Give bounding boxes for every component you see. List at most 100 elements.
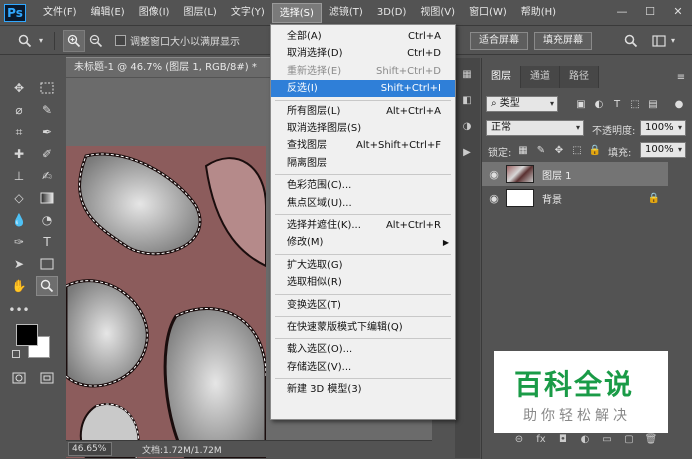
history-brush-tool-icon[interactable]: ✍ [36, 166, 58, 186]
lock-image-icon[interactable]: ✎ [534, 143, 548, 157]
group-icon[interactable]: ▭ [600, 434, 614, 445]
fill-field[interactable]: 100% ▾ [640, 142, 686, 158]
rectangle-tool-icon[interactable] [36, 254, 58, 274]
select-menu-item-16[interactable]: 扩大选取(G) [271, 257, 455, 274]
select-menu-item-19[interactable]: 变换选区(T) [271, 297, 455, 314]
minimize-button[interactable]: — [608, 0, 636, 22]
adjustment-icon[interactable]: ◐ [578, 434, 592, 445]
eyedropper-tool-icon[interactable]: ✒ [36, 122, 58, 142]
search-icon[interactable] [620, 30, 642, 52]
link-icon[interactable]: ⊝ [512, 434, 526, 445]
filter-adjustment-icon[interactable]: ◐ [592, 97, 606, 111]
tab-2[interactable]: 路径 [560, 66, 599, 88]
opacity-field[interactable]: 100% ▾ [640, 120, 686, 136]
default-colors-icon[interactable] [12, 350, 20, 358]
select-menu-item-8[interactable]: 隔离图层 [271, 155, 455, 172]
properties-panel-icon[interactable]: ◧ [459, 92, 475, 108]
filter-type-icon[interactable]: T [610, 97, 624, 111]
stamp-tool-icon[interactable]: ⊥ [8, 166, 30, 186]
mask-icon[interactable]: ◘ [556, 434, 570, 445]
lasso-tool-icon[interactable]: ⌀ [8, 100, 30, 120]
actions-panel-icon[interactable]: ▶ [459, 144, 475, 160]
healing-brush-tool-icon[interactable]: ✚ [8, 144, 30, 164]
select-menu-item-0[interactable]: 全部(A) Ctrl+A [271, 28, 455, 45]
select-menu-item-23[interactable]: 载入选区(O)... [271, 341, 455, 358]
tab-0[interactable]: 图层 [482, 66, 521, 88]
layer-row-layer1[interactable]: ◉ 图层 1 [482, 162, 668, 186]
tool-preset-chevron-icon[interactable]: ▾ [36, 30, 46, 52]
adjustments-panel-icon[interactable]: ◑ [459, 118, 475, 134]
fill-screen-button[interactable]: 填充屏幕 [534, 31, 592, 50]
zoom-out-icon[interactable] [85, 30, 107, 52]
quick-mask-icon[interactable] [8, 368, 30, 388]
select-menu-item-5[interactable]: 所有图层(L) Alt+Ctrl+A [271, 103, 455, 120]
panel-menu-icon[interactable]: ≡ [674, 70, 688, 84]
filter-shape-icon[interactable]: ⬚ [628, 97, 642, 111]
lock-artboard-icon[interactable]: ⬚ [570, 143, 584, 157]
select-menu-item-26[interactable]: 新建 3D 模型(3) [271, 381, 455, 398]
menu-item-7[interactable]: 3D(D) [370, 3, 414, 23]
document-tab[interactable]: 未标题-1 @ 46.7% (图层 1, RGB/8#) * [66, 57, 276, 77]
select-menu-item-21[interactable]: 在快速蒙版模式下编辑(Q) [271, 319, 455, 336]
filter-pixel-icon[interactable]: ▣ [574, 97, 588, 111]
history-panel-icon[interactable]: ▦ [459, 66, 475, 82]
move-tool-icon[interactable]: ✥ [8, 78, 30, 98]
fit-screen-button[interactable]: 适合屏幕 [470, 31, 528, 50]
layer-row-background[interactable]: ◉ 背景 🔒 [482, 186, 668, 210]
marquee-tool-icon[interactable] [36, 78, 58, 98]
visibility-eye-icon[interactable]: ◉ [482, 168, 506, 181]
menu-item-4[interactable]: 文字(Y) [224, 3, 272, 23]
zoom-tool-icon[interactable] [36, 276, 58, 296]
pen-tool-icon[interactable]: ✑ [8, 232, 30, 252]
filter-toggle-icon[interactable]: ● [672, 97, 686, 111]
menu-item-2[interactable]: 图像(I) [132, 3, 177, 23]
filter-smart-object-icon[interactable]: ▤ [646, 97, 660, 111]
hand-tool-icon[interactable]: ✋ [8, 276, 30, 296]
blend-mode-select[interactable]: 正常 ▾ [486, 120, 584, 136]
trash-icon[interactable]: 🗑 [644, 434, 658, 445]
workspace-chevron-icon[interactable]: ▾ [668, 30, 678, 52]
crop-tool-icon[interactable]: ⌗ [8, 122, 30, 142]
zoom-level-field[interactable]: 46.65% [68, 442, 112, 456]
select-menu-item-13[interactable]: 选择并遮住(K)... Alt+Ctrl+R [271, 217, 455, 234]
dodge-tool-icon[interactable]: ◔ [36, 210, 58, 230]
workspace-icon[interactable] [648, 30, 670, 52]
zoom-in-icon[interactable] [63, 29, 85, 52]
eraser-tool-icon[interactable]: ◇ [8, 188, 30, 208]
type-tool-icon[interactable]: T [36, 232, 58, 252]
close-button[interactable]: ✕ [664, 0, 692, 22]
screen-mode-icon[interactable] [36, 368, 58, 388]
path-select-tool-icon[interactable]: ➤ [8, 254, 30, 274]
select-menu-item-7[interactable]: 查找图层 Alt+Shift+Ctrl+F [271, 137, 455, 154]
select-menu-item-11[interactable]: 焦点区域(U)... [271, 195, 455, 212]
color-swatches[interactable] [12, 322, 54, 362]
select-menu-item-10[interactable]: 色彩范围(C)... [271, 177, 455, 194]
menu-item-1[interactable]: 编辑(E) [84, 3, 132, 23]
gradient-tool-icon[interactable] [36, 188, 58, 208]
menu-item-8[interactable]: 视图(V) [413, 3, 462, 23]
fx-icon[interactable]: fx [534, 434, 548, 445]
maximize-button[interactable]: ☐ [636, 0, 664, 22]
lock-position-icon[interactable]: ✥ [552, 143, 566, 157]
select-menu-item-24[interactable]: 存储选区(V)... [271, 359, 455, 376]
menu-item-6[interactable]: 滤镜(T) [322, 3, 370, 23]
brush-tool-icon[interactable]: ✐ [36, 144, 58, 164]
select-menu-item-6[interactable]: 取消选择图层(S) [271, 120, 455, 137]
menu-item-0[interactable]: 文件(F) [36, 3, 84, 23]
filter-kind-select[interactable]: ⌕ 类型 ▾ [486, 96, 558, 112]
select-menu-item-17[interactable]: 选取相似(R) [271, 274, 455, 291]
visibility-eye-icon[interactable]: ◉ [482, 192, 506, 205]
new-layer-icon[interactable]: ▢ [622, 434, 636, 445]
tab-1[interactable]: 通道 [521, 66, 560, 88]
resize-windows-checkbox[interactable] [115, 35, 126, 46]
select-menu-item-1[interactable]: 取消选择(D) Ctrl+D [271, 45, 455, 62]
menu-item-3[interactable]: 图层(L) [176, 3, 223, 23]
select-menu-item-14[interactable]: 修改(M) ▶ [271, 234, 455, 251]
blur-tool-icon[interactable]: 💧 [8, 210, 30, 230]
menu-item-5[interactable]: 选择(S) [271, 2, 322, 23]
lock-transparent-icon[interactable]: ▦ [516, 143, 530, 157]
menu-item-10[interactable]: 帮助(H) [514, 3, 563, 23]
zoom-tool-icon[interactable] [14, 30, 36, 52]
menu-item-9[interactable]: 窗口(W) [462, 3, 514, 23]
edit-toolbar-icon[interactable]: ••• [8, 300, 30, 320]
